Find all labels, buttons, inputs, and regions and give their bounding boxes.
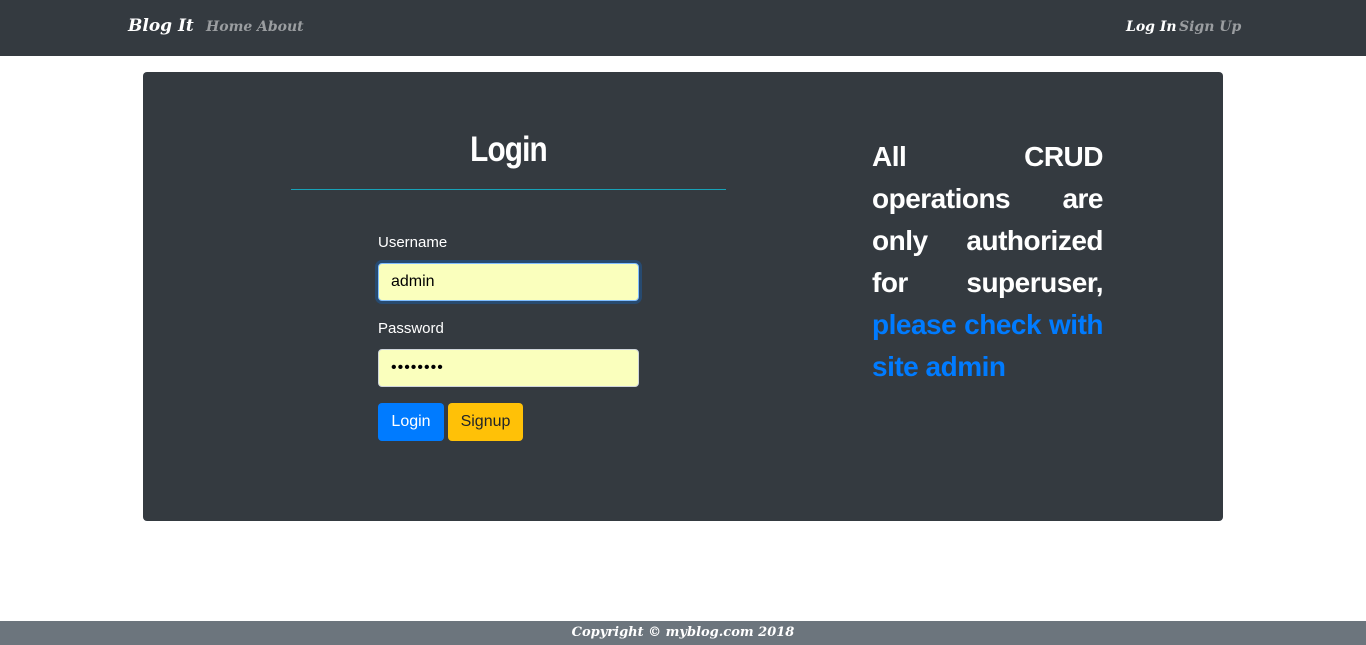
login-card: Login Username Password Login Signup All… [143, 72, 1223, 521]
password-input[interactable] [378, 349, 639, 387]
password-label: Password [378, 320, 444, 337]
login-button[interactable]: Login [378, 403, 444, 441]
navbar: Blog It Home About Log In Sign Up [0, 0, 1366, 56]
brand-logo[interactable]: Blog It [128, 16, 194, 36]
signup-button[interactable]: Signup [448, 403, 523, 441]
footer: Copyright © myblog.com 2018 [0, 621, 1366, 645]
nav-signup-link[interactable]: Sign Up [1179, 19, 1241, 35]
authorization-notice: All CRUD operations are only authorized … [872, 136, 1104, 388]
username-label: Username [378, 234, 448, 251]
username-input[interactable] [378, 263, 639, 301]
nav-login-link[interactable]: Log In [1126, 19, 1177, 35]
notice-highlight: please check with site admin [872, 309, 1104, 382]
title-divider [291, 189, 726, 190]
nav-about-link[interactable]: About [257, 19, 304, 35]
notice-text: All CRUD operations are only authorized … [872, 141, 1104, 298]
footer-copyright: Copyright © myblog.com 2018 [571, 625, 795, 640]
login-title: Login [470, 130, 548, 169]
nav-home-link[interactable]: Home [206, 19, 252, 35]
